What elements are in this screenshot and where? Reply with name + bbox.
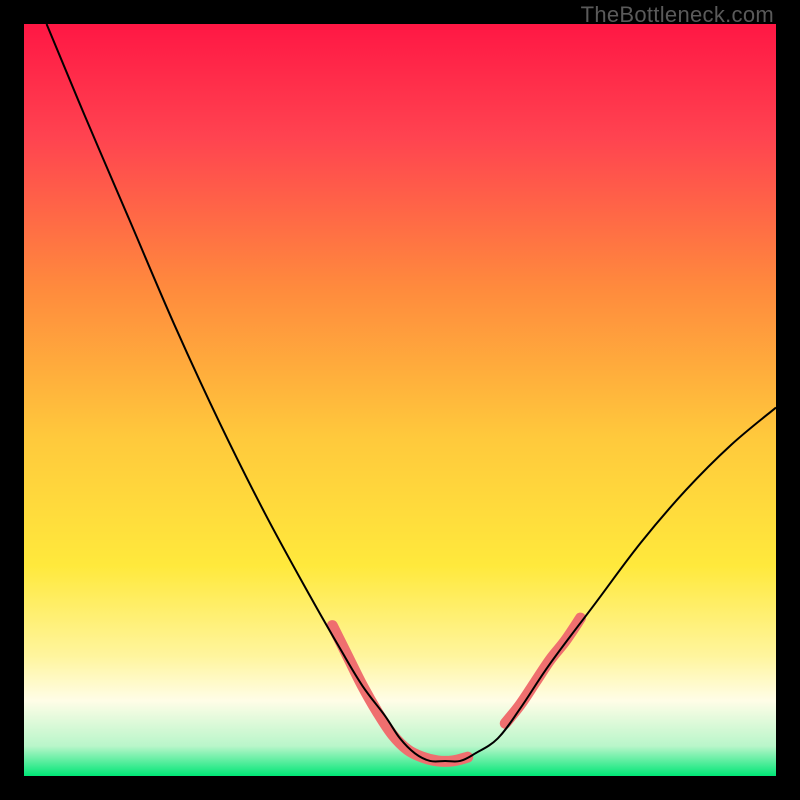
highlight-band-right bbox=[505, 618, 580, 723]
chart-outer-frame: TheBottleneck.com bbox=[0, 0, 800, 800]
watermark-text: TheBottleneck.com bbox=[581, 2, 774, 28]
curve-layer bbox=[24, 24, 776, 776]
highlight-band-left bbox=[332, 626, 467, 762]
bottleneck-curve bbox=[47, 24, 776, 762]
plot-area bbox=[24, 24, 776, 776]
